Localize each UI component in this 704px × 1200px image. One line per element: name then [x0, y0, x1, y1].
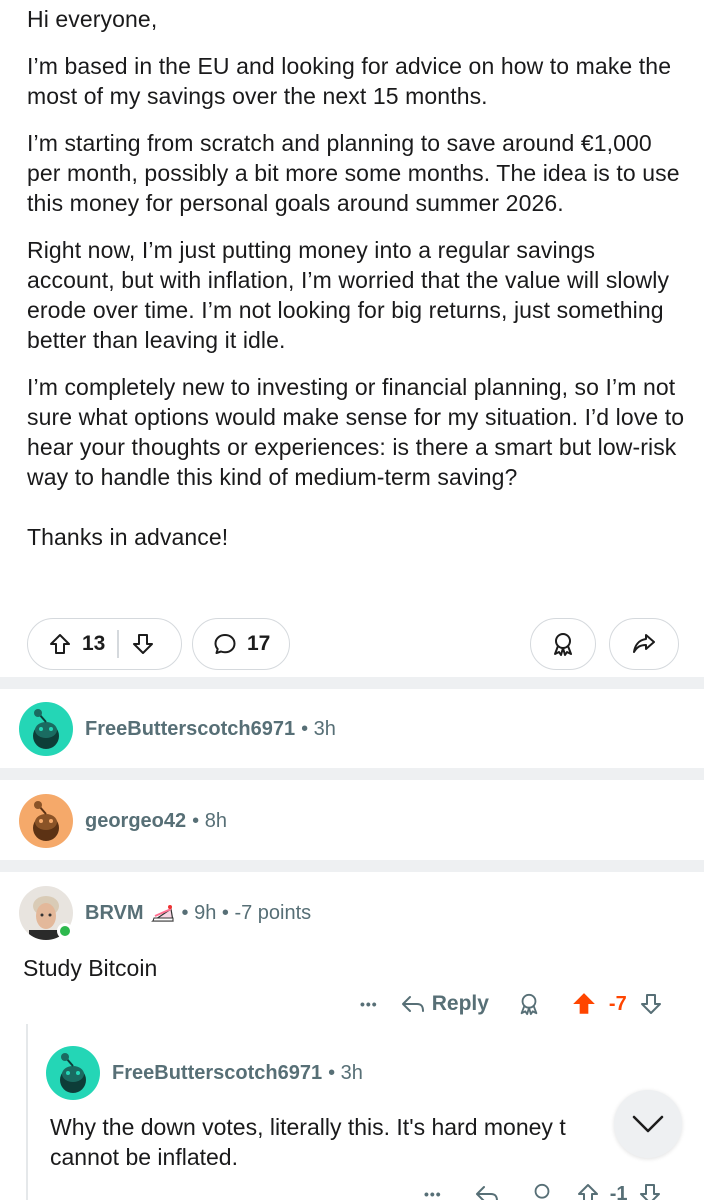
comments-button[interactable]: 17	[192, 618, 290, 670]
comment-meta: • 9h • -7 points	[181, 901, 312, 924]
reply-label: Reply	[431, 992, 489, 1015]
section-divider	[0, 768, 704, 780]
reply-body-line: cannot be inflated.	[50, 1144, 238, 1170]
post-body: Hi everyone, I’m based in the EU and loo…	[27, 4, 687, 569]
downvote-icon[interactable]	[639, 992, 663, 1016]
reply-header[interactable]: FreeButterscotch6971 • 3h	[46, 1046, 363, 1100]
comment-header[interactable]: FreeButterscotch6971 • 3h	[19, 702, 336, 756]
avatar[interactable]	[46, 1046, 100, 1100]
reddit-post-thread: Hi everyone, I’m based in the EU and loo…	[0, 0, 704, 1200]
post-paragraph: I’m based in the EU and looking for advi…	[27, 53, 672, 109]
upvote-icon[interactable]	[571, 991, 597, 1017]
thread-line[interactable]	[26, 1024, 28, 1200]
reply-arrow-icon[interactable]	[474, 1183, 500, 1200]
avatar[interactable]	[19, 702, 73, 756]
section-divider	[0, 677, 704, 689]
comment-meta: • 8h	[192, 809, 227, 832]
reply-body: Why the down votes, literally this. It's…	[50, 1112, 566, 1172]
comment-meta: • 3h	[301, 717, 336, 740]
comment-bubble-icon	[213, 632, 237, 656]
comment-action-row: ••• Reply -7	[360, 988, 663, 1020]
section-divider	[0, 860, 704, 872]
comment-count: 17	[247, 632, 271, 655]
comment-score: -7	[608, 992, 627, 1015]
post-paragraph: Thanks in advance!	[27, 524, 229, 550]
post-paragraph: Hi everyone,	[27, 6, 158, 32]
comment-body: Study Bitcoin	[23, 955, 158, 981]
post-paragraph: I’m starting from scratch and planning t…	[27, 130, 680, 216]
reply-arrow-icon	[401, 996, 424, 1012]
post-action-bar: 13 17	[27, 618, 679, 670]
vote-pill: 13	[27, 618, 182, 670]
downvote-icon[interactable]	[131, 632, 155, 656]
share-button[interactable]	[609, 618, 679, 670]
chevron-down-icon	[631, 1113, 665, 1135]
vote-divider	[117, 630, 119, 658]
more-options-button[interactable]: •••	[360, 996, 378, 1012]
reply-author[interactable]: FreeButterscotch6971	[112, 1062, 322, 1085]
post-paragraph: Right now, I’m just putting money into a…	[27, 237, 670, 353]
comment-header[interactable]: georgeo42 • 8h	[19, 794, 227, 848]
comment-author[interactable]: FreeButterscotch6971	[85, 718, 295, 741]
post-paragraph: I’m completely new to investing or finan…	[27, 374, 685, 490]
avatar[interactable]	[19, 794, 73, 848]
reply-score: -1	[609, 1182, 628, 1200]
online-status-indicator	[57, 923, 73, 939]
award-icon[interactable]	[530, 1182, 554, 1200]
upvote-count: 13	[82, 632, 106, 655]
award-icon	[550, 631, 576, 657]
reply-button[interactable]: Reply	[400, 992, 489, 1016]
downvote-icon[interactable]	[638, 1182, 662, 1200]
award-icon[interactable]	[517, 992, 541, 1016]
upvote-icon[interactable]	[48, 632, 72, 656]
cake-icon	[150, 901, 176, 925]
reply-meta: • 3h	[328, 1061, 363, 1084]
more-options-button[interactable]: •••	[424, 1186, 442, 1200]
reply-body-line: Why the down votes, literally this. It's…	[50, 1114, 566, 1140]
share-icon	[631, 631, 657, 657]
comment-author[interactable]: BRVM	[85, 902, 144, 925]
reply-action-row: ••• -1	[424, 1182, 662, 1200]
scroll-next-comment-button[interactable]	[614, 1090, 682, 1158]
comment-author[interactable]: georgeo42	[85, 810, 186, 833]
upvote-icon[interactable]	[576, 1182, 600, 1200]
award-button[interactable]	[530, 618, 596, 670]
